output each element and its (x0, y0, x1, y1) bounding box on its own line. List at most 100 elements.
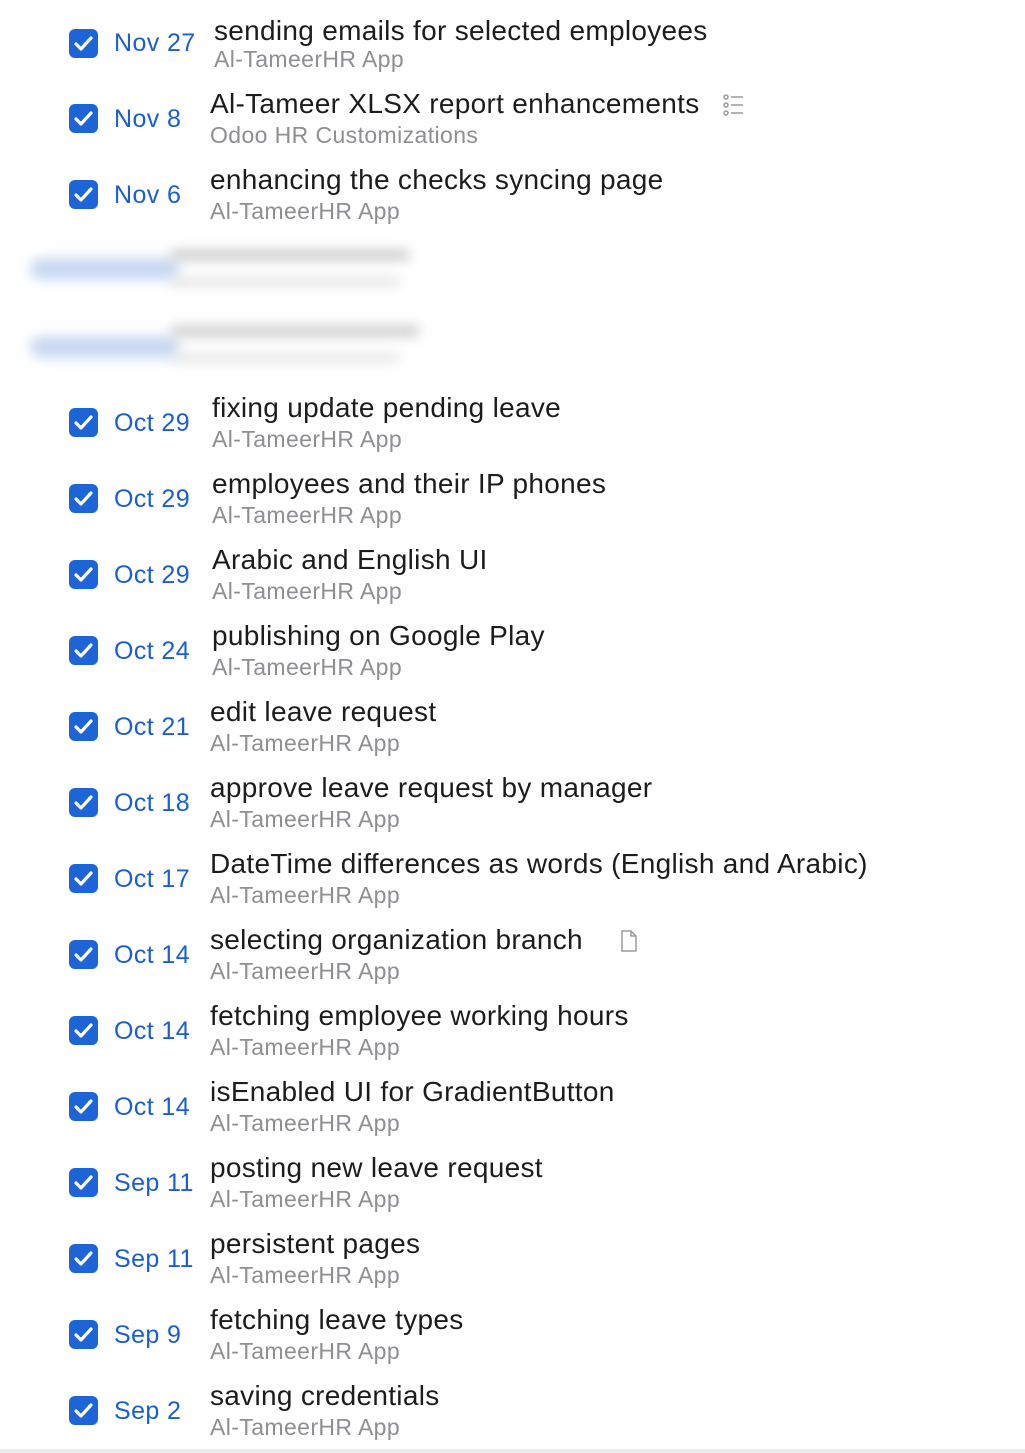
task-row[interactable]: Oct 14 isEnabled UI for GradientButton Al-… (0, 1069, 1025, 1145)
task-row[interactable]: Sep 2 saving credentials Al-TameerHR App (0, 1373, 1025, 1449)
task-row[interactable]: Sep 11 posting new leave request Al-Tameer… (0, 1145, 1025, 1221)
task-checkbox[interactable] (69, 29, 98, 58)
redacted-task-row (20, 318, 440, 378)
task-checkbox[interactable] (69, 636, 98, 665)
checkmark-icon (74, 947, 93, 962)
checkmark-icon (74, 491, 93, 506)
task-row[interactable]: Sep 11 persistent pages Al-TameerHR App (0, 1221, 1025, 1297)
task-date: Oct 14 (114, 941, 191, 969)
task-project: Al-TameerHR App (212, 502, 403, 528)
task-project: Al-TameerHR App (212, 426, 403, 452)
task-checkbox[interactable] (69, 1320, 98, 1349)
checkmark-icon (74, 415, 93, 430)
task-project: Al-TameerHR App (210, 1262, 401, 1288)
task-row[interactable]: Oct 29 employees and their IP phones Al-Ta… (0, 461, 1025, 537)
task-date: Nov 6 (114, 181, 182, 209)
checkmark-icon (74, 871, 93, 886)
task-row[interactable]: Oct 29 Arabic and English UI Al-TameerHR A… (0, 537, 1025, 613)
task-row[interactable]: Nov 8 Al-Tameer XLSX report enhancements O… (0, 81, 1025, 157)
task-row[interactable]: Oct 14 selecting organization branch Al-Ta… (0, 917, 1025, 993)
checkmark-icon (74, 187, 93, 202)
redacted-task-row (20, 240, 440, 300)
task-date: Oct 14 (114, 1017, 191, 1045)
task-row[interactable]: Oct 17 DateTime differences as words (Eng… (0, 841, 1025, 917)
checkmark-icon (74, 36, 93, 51)
note-icon (620, 929, 638, 958)
task-project: Al-TameerHR App (210, 1110, 401, 1136)
checkmark-icon (74, 1327, 93, 1342)
task-title: posting new leave request (210, 1152, 543, 1183)
checkmark-icon (74, 643, 93, 658)
task-project: Al-TameerHR App (210, 1338, 401, 1364)
checkmark-icon (74, 719, 93, 734)
task-date: Nov 27 (114, 29, 196, 57)
task-title: DateTime differences as words (English a… (210, 848, 868, 879)
task-project: Al-TameerHR App (214, 46, 405, 72)
task-title: approve leave request by manager (210, 772, 653, 803)
task-date: Oct 29 (114, 485, 191, 513)
task-date: Oct 29 (114, 409, 191, 437)
task-row[interactable]: Nov 6 enhancing the checks syncing page Al… (0, 157, 1025, 233)
checkmark-icon (74, 1023, 93, 1038)
task-project: Al-TameerHR App (210, 1186, 401, 1212)
task-date: Oct 18 (114, 789, 191, 817)
checkmark-icon (74, 795, 93, 810)
task-checkbox[interactable] (69, 408, 98, 437)
task-title: Al-Tameer XLSX report enhancements (210, 88, 700, 119)
task-checkbox[interactable] (69, 1092, 98, 1121)
task-project: Al-TameerHR App (210, 198, 401, 224)
task-project: Al-TameerHR App (210, 882, 401, 908)
task-title: employees and their IP phones (212, 468, 607, 499)
task-checkbox[interactable] (69, 1016, 98, 1045)
task-project: Al-TameerHR App (210, 730, 401, 756)
task-date: Oct 24 (114, 637, 191, 665)
checklist-icon (723, 93, 745, 122)
task-date: Oct 14 (114, 1093, 191, 1121)
task-row[interactable]: Oct 24 publishing on Google Play Al-Tameer… (0, 613, 1025, 689)
task-checkbox[interactable] (69, 1396, 98, 1425)
task-project: Al-TameerHR App (210, 1034, 401, 1060)
checkmark-icon (74, 1175, 93, 1190)
task-title: enhancing the checks syncing page (210, 164, 664, 195)
task-title: fetching leave types (210, 1304, 464, 1335)
bottom-divider (0, 1449, 1025, 1453)
task-checkbox[interactable] (69, 864, 98, 893)
task-project: Al-TameerHR App (210, 1414, 401, 1440)
task-project: Al-TameerHR App (210, 806, 401, 832)
task-date: Sep 2 (114, 1397, 182, 1425)
task-title: Arabic and English UI (212, 544, 488, 575)
task-checkbox[interactable] (69, 180, 98, 209)
checkmark-icon (74, 1099, 93, 1114)
task-checkbox[interactable] (69, 940, 98, 969)
task-title: fetching employee working hours (210, 1000, 629, 1031)
task-date: Sep 11 (114, 1245, 194, 1273)
task-checkbox[interactable] (69, 560, 98, 589)
task-date: Nov 8 (114, 105, 182, 133)
task-checkbox[interactable] (69, 484, 98, 513)
task-checkbox[interactable] (69, 1168, 98, 1197)
task-title: sending emails for selected employees (214, 15, 708, 46)
checkmark-icon (74, 567, 93, 582)
task-row[interactable]: Oct 29 fixing update pending leave Al-Tame… (0, 385, 1025, 461)
task-project: Al-TameerHR App (210, 958, 401, 984)
task-checkbox[interactable] (69, 712, 98, 741)
task-row[interactable]: Oct 18 approve leave request by manager Al… (0, 765, 1025, 841)
task-date: Sep 11 (114, 1169, 194, 1197)
task-title: isEnabled UI for GradientButton (210, 1076, 615, 1107)
task-date: Oct 29 (114, 561, 191, 589)
task-row[interactable]: Nov 27 sending emails for selected employ… (0, 5, 1025, 81)
task-date: Oct 21 (114, 713, 191, 741)
task-checkbox[interactable] (69, 788, 98, 817)
checkmark-icon (74, 111, 93, 126)
checkmark-icon (74, 1251, 93, 1266)
task-date: Sep 9 (114, 1321, 182, 1349)
task-title: publishing on Google Play (212, 620, 545, 651)
task-checkbox[interactable] (69, 104, 98, 133)
checkmark-icon (74, 1403, 93, 1418)
task-row[interactable]: Oct 14 fetching employee working hours Al-… (0, 993, 1025, 1069)
task-checkbox[interactable] (69, 1244, 98, 1273)
task-project: Al-TameerHR App (212, 578, 403, 604)
task-row[interactable]: Sep 9 fetching leave types Al-TameerHR App (0, 1297, 1025, 1373)
task-row[interactable]: Oct 21 edit leave request Al-TameerHR App (0, 689, 1025, 765)
task-project: Odoo HR Customizations (210, 122, 479, 148)
